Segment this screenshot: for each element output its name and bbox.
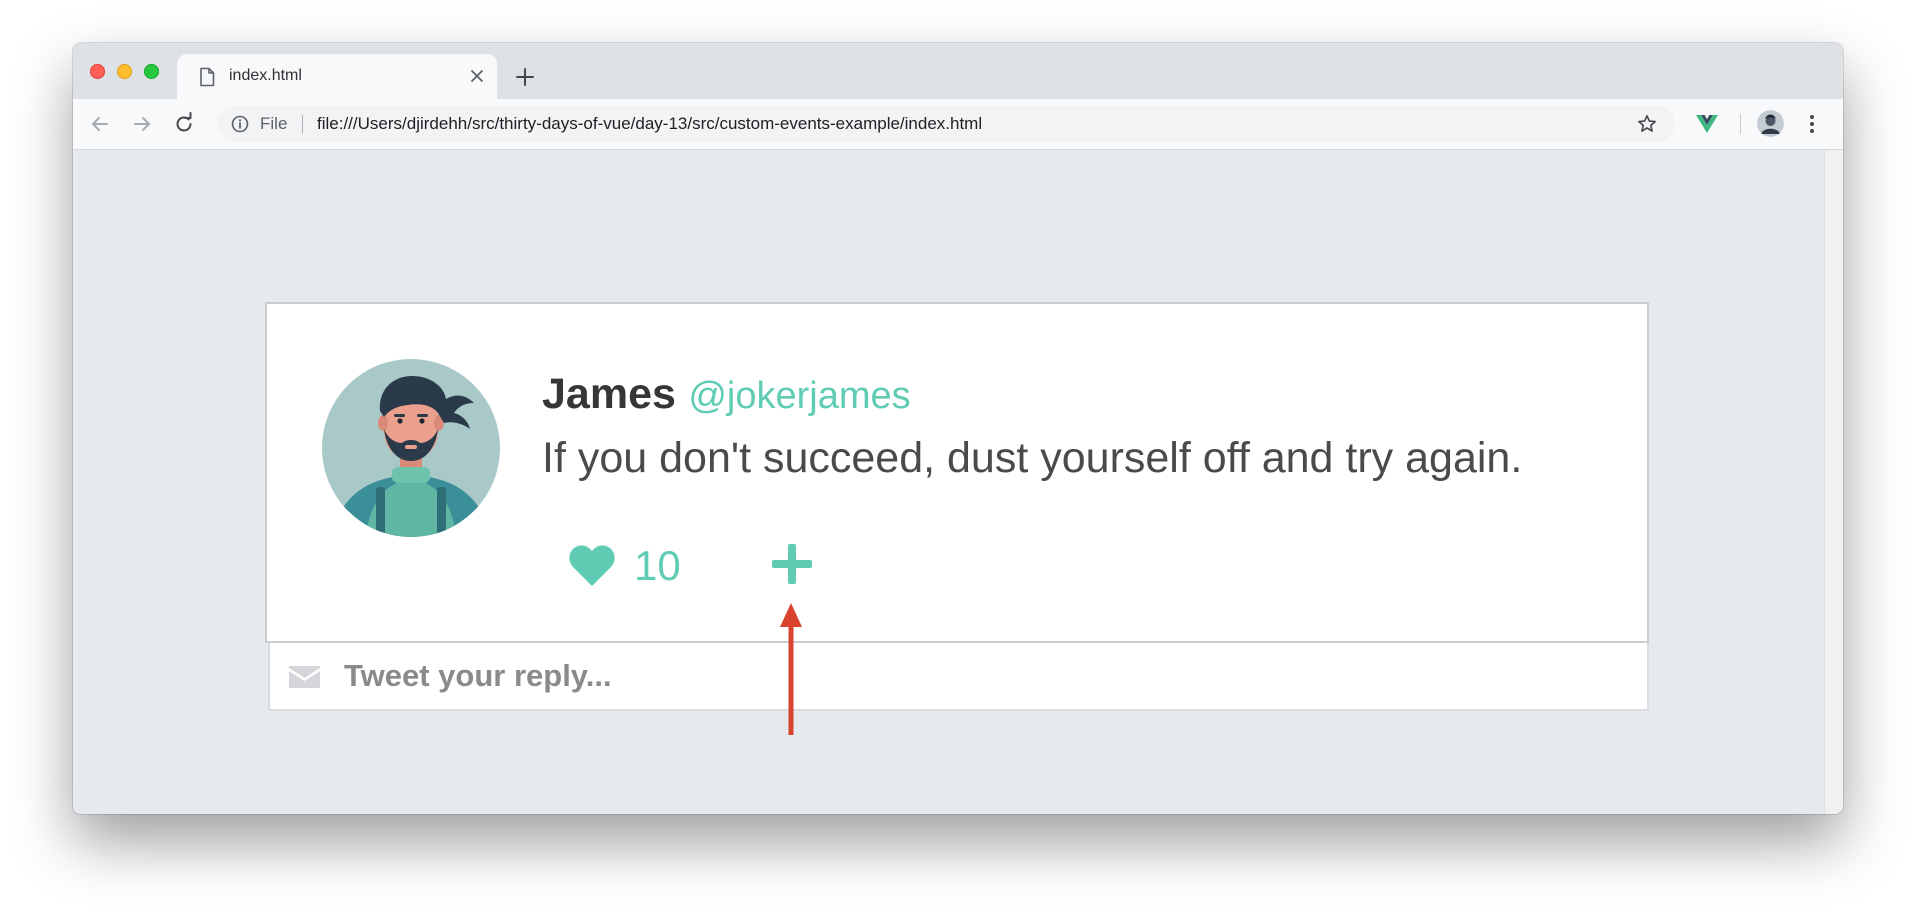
browser-toolbar: File file:///Users/djirdehh/src/thirty-d… xyxy=(73,99,1843,150)
close-window-button[interactable] xyxy=(90,64,105,79)
heart-icon[interactable] xyxy=(569,545,615,587)
likes-action: 10 xyxy=(569,536,681,596)
author-name: James xyxy=(542,370,676,418)
envelope-icon xyxy=(289,666,320,688)
browser-window: index.html File file:///Users/djirdehh/s… xyxy=(73,43,1843,814)
forward-arrow-icon[interactable] xyxy=(129,111,155,137)
likes-count: 10 xyxy=(634,542,681,589)
three-dot-menu-icon[interactable] xyxy=(1800,112,1824,136)
plus-icon[interactable] xyxy=(770,542,814,586)
page-content: James @jokerjames If you don't succeed, … xyxy=(73,150,1824,814)
author-handle[interactable]: @jokerjames xyxy=(688,375,910,417)
annotation-arrow xyxy=(780,603,802,735)
url-text[interactable]: file:///Users/djirdehh/src/thirty-days-o… xyxy=(317,114,982,134)
info-icon[interactable] xyxy=(231,115,249,133)
zoom-window-button[interactable] xyxy=(144,64,159,79)
avatar xyxy=(322,359,500,537)
tweet-card: James @jokerjames If you don't succeed, … xyxy=(265,302,1649,643)
close-icon[interactable] xyxy=(467,66,487,86)
minimize-window-button[interactable] xyxy=(117,64,132,79)
omnibox-separator xyxy=(302,115,303,134)
star-icon[interactable] xyxy=(1637,114,1657,134)
reply-bar xyxy=(268,643,1649,711)
toolbar-divider xyxy=(1740,114,1741,134)
page-icon xyxy=(200,67,215,87)
vue-devtools-icon[interactable] xyxy=(1695,112,1719,136)
back-arrow-icon[interactable] xyxy=(87,111,113,137)
tweet-header: James @jokerjames xyxy=(542,370,911,419)
url-scheme-label: File xyxy=(260,114,288,133)
tab-title: index.html xyxy=(229,67,302,84)
profile-avatar[interactable] xyxy=(1757,110,1784,137)
plus-icon[interactable] xyxy=(513,65,537,89)
tab-index-html[interactable]: index.html xyxy=(177,54,497,99)
tab-bar: index.html xyxy=(73,43,1843,99)
reply-input[interactable] xyxy=(342,651,1626,701)
address-bar[interactable]: File file:///Users/djirdehh/src/thirty-d… xyxy=(217,106,1675,142)
scrollbar[interactable] xyxy=(1824,150,1843,814)
tweet-text: If you don't succeed, dust yourself off … xyxy=(542,434,1523,482)
reload-icon[interactable] xyxy=(171,111,197,137)
